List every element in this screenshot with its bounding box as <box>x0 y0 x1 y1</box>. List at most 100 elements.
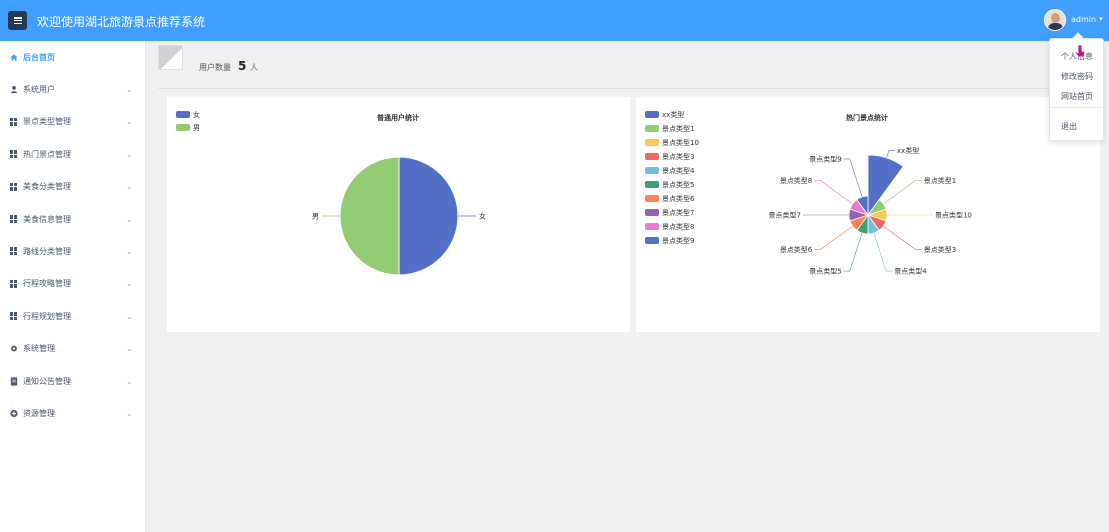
chevron-down-icon: ⌄ <box>126 344 133 354</box>
slice-label: 景点类型8 <box>780 176 812 185</box>
slice-label: 景点类型9 <box>809 154 841 163</box>
sidebar-item-8[interactable]: 行程规划管理 ⌄ <box>0 300 146 332</box>
slice-label: xx类型 <box>897 146 919 155</box>
user-pie-chart: 普通用户统计女男女男 <box>176 110 486 276</box>
legend-label[interactable]: 景点类型3 <box>662 152 694 161</box>
sidebar-item-label: 行程攻略管理 <box>23 279 71 289</box>
legend-swatch[interactable] <box>176 124 190 131</box>
sidebar-item-1[interactable]: 系统用户 ⌄ <box>0 73 146 105</box>
sidebar-item-11[interactable]: 资源管理 ⌄ <box>0 397 146 429</box>
app-title: 欢迎使用湖北旅游景点推荐系统 <box>37 15 206 29</box>
chart-title: 热门景点统计 <box>846 113 888 122</box>
sidebar-item-label: 系统用户 <box>23 84 55 94</box>
slice-label: 景点类型4 <box>894 267 927 276</box>
slice-label: 景点类型3 <box>924 245 956 254</box>
pie-slice[interactable] <box>398 156 459 276</box>
plus-circle-icon <box>10 409 18 417</box>
legend-label[interactable]: 女 <box>193 110 200 119</box>
sidebar-item-label: 行程规划管理 <box>23 311 71 321</box>
sidebar-item-7[interactable]: 行程攻略管理 ⌄ <box>0 268 146 300</box>
user-name[interactable]: admin <box>1071 15 1096 24</box>
chevron-down-icon: ⌄ <box>126 149 133 159</box>
sidebar-item-label: 美食信息管理 <box>23 214 71 224</box>
legend-swatch[interactable] <box>645 111 659 118</box>
sidebar-item-label: 美食分类管理 <box>23 182 71 192</box>
gear-icon <box>10 345 18 353</box>
legend-swatch[interactable] <box>645 195 659 202</box>
legend-swatch[interactable] <box>645 209 659 216</box>
chevron-down-icon: ⌄ <box>126 376 133 386</box>
legend-label[interactable]: 景点类型6 <box>662 194 695 203</box>
chevron-down-icon: ⌄ <box>126 246 133 256</box>
sidebar-item-0[interactable]: 后台首页 <box>0 41 146 73</box>
divider <box>158 88 1100 89</box>
sidebar-item-10[interactable]: 通知公告管理 ⌄ <box>0 365 146 397</box>
label-line <box>843 232 863 272</box>
pointer-cursor-icon <box>1074 44 1086 58</box>
stat-image <box>158 45 183 70</box>
chevron-down-icon: ⌄ <box>126 214 133 224</box>
chevron-down-icon: ⌄ <box>126 84 133 94</box>
label-line <box>883 225 922 250</box>
legend-label[interactable]: 景点类型7 <box>662 208 694 217</box>
legend-swatch[interactable] <box>645 153 659 160</box>
stat-label: 用户数量 <box>199 63 231 72</box>
legend-swatch[interactable] <box>645 237 659 244</box>
legend-swatch[interactable] <box>645 167 659 174</box>
slice-label: 景点类型7 <box>769 211 801 220</box>
dropdown-item-site-home[interactable]: 网站首页 <box>1061 91 1093 102</box>
grid-icon <box>10 150 18 159</box>
scenic-pie-chart: 热门景点统计xx类型景点类型1景点类型10景点类型3景点类型4景点类型5景点类型… <box>645 110 972 276</box>
hamburger-icon[interactable] <box>8 11 27 30</box>
user-chart-panel: 普通用户统计女男女男 <box>167 97 630 332</box>
legend-swatch[interactable] <box>176 111 190 118</box>
legend-swatch[interactable] <box>645 181 659 188</box>
legend-swatch[interactable] <box>645 223 659 230</box>
legend-label[interactable]: 景点类型10 <box>662 138 699 147</box>
slice-label: 景点类型1 <box>924 176 956 185</box>
slice-label: 女 <box>479 212 486 221</box>
legend-label[interactable]: 景点类型4 <box>662 166 695 175</box>
stat-unit: 人 <box>250 63 258 72</box>
sidebar-item-5[interactable]: 美食信息管理 ⌄ <box>0 203 146 235</box>
sidebar-item-9[interactable]: 系统管理 ⌄ <box>0 333 146 365</box>
sidebar-item-label: 通知公告管理 <box>23 376 71 386</box>
caret-down-icon[interactable]: ▾ <box>1099 15 1103 23</box>
legend-label[interactable]: 男 <box>193 124 200 132</box>
document-icon <box>10 376 18 386</box>
chevron-down-icon: ⌄ <box>126 117 133 127</box>
legend-swatch[interactable] <box>645 125 659 132</box>
slice-label: 景点类型6 <box>780 245 813 254</box>
legend-label[interactable]: 景点类型8 <box>662 222 694 231</box>
legend-label[interactable]: xx类型 <box>662 110 684 119</box>
grid-icon <box>10 279 18 288</box>
scenic-chart-panel: 热门景点统计 xx类型 景点类型1 景点类型10 景点类型3 景点类型4 景点类型5 景点类型… <box>636 97 1100 332</box>
dropdown-item-password[interactable]: 修改密码 <box>1061 71 1093 82</box>
legend-swatch[interactable] <box>645 139 659 146</box>
sidebar-item-2[interactable]: 景点类型管理 ⌄ <box>0 106 146 138</box>
sidebar-item-label: 资源管理 <box>23 408 55 418</box>
legend-label[interactable]: 景点类型9 <box>662 236 694 245</box>
chevron-down-icon: ⌄ <box>126 182 133 192</box>
chevron-down-icon: ⌄ <box>126 311 133 321</box>
sidebar-item-label: 热门景点管理 <box>23 149 71 159</box>
sidebar-item-6[interactable]: 路线分类管理 ⌄ <box>0 235 146 267</box>
sidebar-item-label: 路线分类管理 <box>23 246 71 256</box>
label-line <box>814 180 853 205</box>
dropdown-item-logout[interactable]: 退出 <box>1061 121 1077 132</box>
legend-label[interactable]: 景点类型1 <box>662 124 694 133</box>
label-line <box>843 158 863 198</box>
sidebar-item-label: 系统管理 <box>23 344 55 354</box>
chevron-down-icon: ⌄ <box>126 408 133 418</box>
slice-label: 景点类型10 <box>935 211 972 220</box>
legend-label[interactable]: 景点类型5 <box>662 180 694 189</box>
pie-slice[interactable] <box>867 154 904 217</box>
sidebar-item-3[interactable]: 热门景点管理 ⌄ <box>0 138 146 170</box>
slice-label: 景点类型5 <box>809 267 841 276</box>
grid-icon <box>10 182 18 191</box>
avatar[interactable] <box>1044 9 1066 31</box>
sidebar-item-4[interactable]: 美食分类管理 ⌄ <box>0 171 146 203</box>
pie-slice[interactable] <box>339 156 400 276</box>
sidebar-item-label: 景点类型管理 <box>23 117 71 127</box>
stat-value: 5 <box>238 59 247 73</box>
